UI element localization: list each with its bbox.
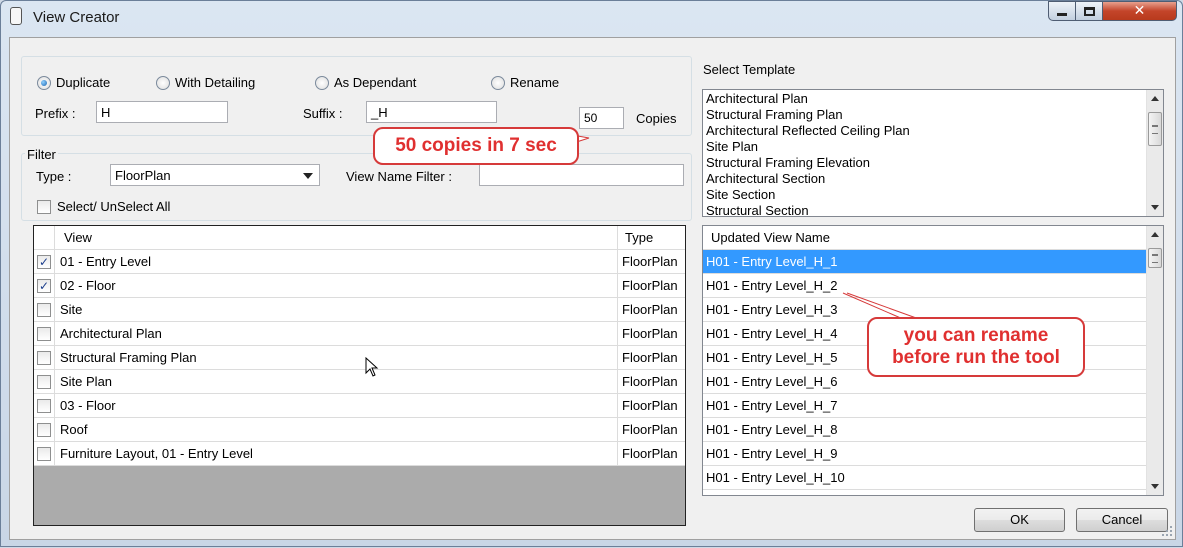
rename-callout: you can rename before run the tool [867,317,1085,377]
mouse-cursor-icon [365,357,379,377]
rename-callout-line2: before run the tool [892,347,1060,368]
view-creator-window: View Creator ✕ Duplicate With Detailing … [0,0,1183,547]
copies-callout: 50 copies in 7 sec [373,127,579,165]
callout-pointers [560,132,920,320]
rename-callout-line1: you can rename [903,325,1049,346]
copies-callout-text: 50 copies in 7 sec [395,135,557,156]
